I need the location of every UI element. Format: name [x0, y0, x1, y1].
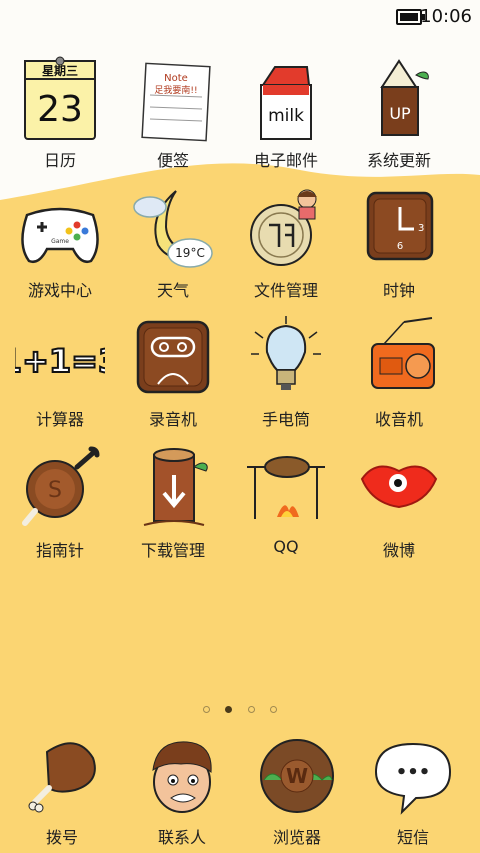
- app-label: 手电筒: [261, 410, 310, 429]
- battery-full-icon: [396, 9, 425, 25]
- app-label: 系统更新: [366, 151, 431, 170]
- app-label: 天气: [156, 281, 189, 300]
- calculator-equation: 1+1=3: [15, 342, 105, 380]
- app-compass[interactable]: S 指南针: [5, 445, 115, 561]
- drumstick-compass-icon: S: [22, 446, 100, 526]
- gamepad-text: Game: [51, 238, 69, 245]
- milk-carton-email-icon: milk: [260, 66, 312, 140]
- notepad-icon: Note 足我要南!!: [141, 62, 211, 142]
- app-file-manager[interactable]: 文件管理: [231, 185, 341, 301]
- app-weather[interactable]: 19°C 天气: [118, 185, 228, 301]
- app-label: 联系人: [157, 828, 206, 847]
- chocolate-clock-icon: 6 3: [366, 191, 434, 261]
- speech-bubble-sms-icon: •••: [374, 742, 452, 815]
- app-calculator[interactable]: 1+1=3 计算器: [5, 314, 115, 430]
- app-label: 日历: [43, 151, 76, 170]
- app-qq[interactable]: QQ: [231, 445, 341, 556]
- app-label: 文件管理: [253, 281, 318, 300]
- page-dot[interactable]: [247, 706, 255, 713]
- status-clock: 10:06: [420, 6, 472, 27]
- note-text: 足我要南!!: [154, 84, 197, 96]
- cookie-w-browser-icon: W: [260, 739, 334, 813]
- dock-phone[interactable]: 拨号: [7, 732, 117, 848]
- app-label: 微博: [382, 541, 415, 560]
- app-radio[interactable]: 收音机: [344, 314, 454, 430]
- app-download-manager[interactable]: 下载管理: [118, 445, 228, 561]
- calculator-icon: 1+1=3: [15, 341, 105, 381]
- svg-text:6: 6: [397, 241, 403, 252]
- browser-letter: W: [286, 764, 308, 788]
- app-label: 下载管理: [140, 541, 205, 560]
- page-dot[interactable]: [269, 706, 277, 713]
- calendar-icon: 星期三 23: [24, 56, 96, 140]
- svg-text:3: 3: [418, 223, 424, 234]
- up-carton-update-icon: UP: [380, 59, 429, 136]
- log-download-icon: [143, 448, 208, 526]
- app-flashlight[interactable]: 手电筒: [231, 314, 341, 430]
- chocolate-recorder-icon: [136, 320, 210, 394]
- app-label: 游戏中心: [27, 281, 92, 300]
- app-label: 时钟: [382, 281, 415, 300]
- app-notes[interactable]: Note 足我要南!! 便签: [118, 55, 228, 171]
- app-label: 短信: [396, 828, 429, 847]
- app-label: QQ: [273, 537, 299, 556]
- app-label: 便签: [156, 151, 189, 170]
- folder-coin-icon: [250, 189, 317, 266]
- app-label: 收音机: [374, 410, 423, 429]
- app-label: 指南针: [35, 541, 84, 560]
- calendar-weekday: 星期三: [42, 63, 78, 78]
- app-label: 录音机: [148, 410, 197, 429]
- app-clock[interactable]: 6 3 时钟: [344, 185, 454, 301]
- carton-text: UP: [389, 104, 411, 123]
- carton-text: milk: [268, 106, 304, 126]
- gamepad-icon: Game: [21, 207, 99, 263]
- app-calendar[interactable]: 星期三 23 日历: [5, 55, 115, 171]
- radio-icon: [371, 317, 435, 389]
- status-bar: 10:06: [0, 0, 480, 34]
- drumstick-phone-icon: [28, 742, 96, 813]
- boy-face-contacts-icon: [152, 741, 212, 813]
- page-dot[interactable]: [203, 706, 211, 713]
- lightbulb-flashlight-icon: [251, 316, 321, 390]
- app-label: 计算器: [35, 410, 84, 429]
- app-game-center[interactable]: Game 游戏中心: [5, 185, 115, 301]
- app-label: 拨号: [45, 828, 78, 847]
- page-dot-active[interactable]: [225, 706, 233, 713]
- weather-temperature: 19°C: [175, 246, 205, 260]
- dock-contacts[interactable]: 联系人: [127, 732, 237, 848]
- dock-browser[interactable]: W 浏览器: [242, 732, 352, 848]
- red-lips-weibo-icon: [360, 465, 438, 509]
- roast-bird-qq-icon: [247, 456, 325, 519]
- page-indicator[interactable]: [0, 698, 480, 717]
- note-title: Note: [164, 73, 188, 84]
- moon-cloud-weather-icon: 19°C: [133, 190, 213, 268]
- dock: 拨号 联系人 W 浏览器 ••• 短信: [0, 730, 480, 853]
- app-recorder[interactable]: 录音机: [118, 314, 228, 430]
- compass-letter: S: [48, 478, 62, 503]
- app-weibo[interactable]: 微博: [344, 445, 454, 561]
- calendar-day: 23: [37, 89, 83, 130]
- app-label: 电子邮件: [253, 151, 318, 170]
- app-label: 浏览器: [272, 828, 321, 847]
- dock-sms[interactable]: ••• 短信: [358, 732, 468, 848]
- app-email[interactable]: milk 电子邮件: [231, 55, 341, 171]
- app-system-update[interactable]: UP 系统更新: [344, 55, 454, 171]
- sms-dots: •••: [396, 762, 431, 783]
